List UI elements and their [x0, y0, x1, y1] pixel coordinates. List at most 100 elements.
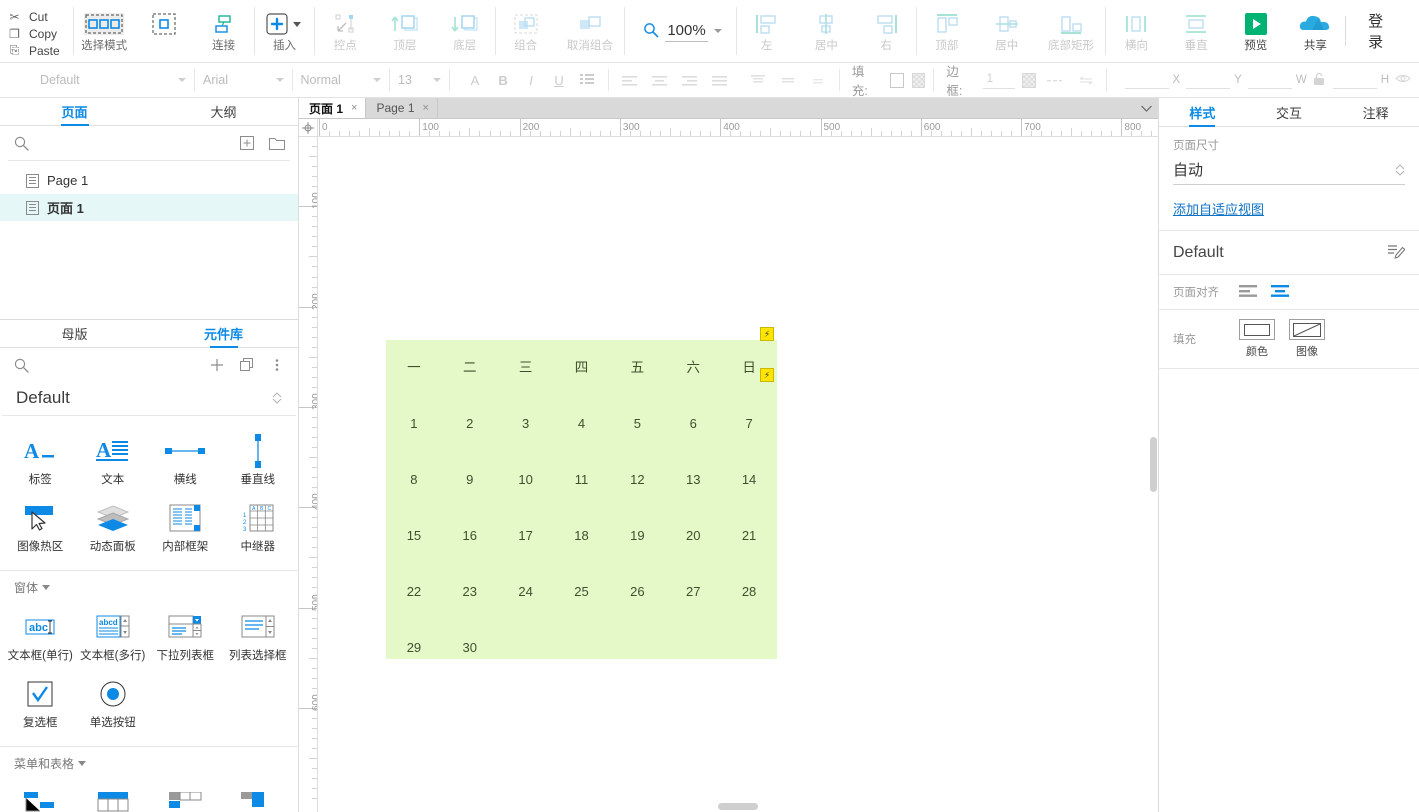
valign-middle-button[interactable] [775, 68, 801, 92]
calendar-widget-wrapper[interactable]: 一二三四五六日 1 2 3 4 5 6 7 8 9 10 11 12 13 14 15 16 17 18 19 20 21… [386, 327, 777, 659]
add-adaptive-view-link[interactable]: 添加自适应视图 [1173, 199, 1264, 218]
align-middle-v-button[interactable]: 居中 [977, 0, 1037, 62]
canvas-body[interactable]: 一二三四五六日 1 2 3 4 5 6 7 8 9 10 11 12 13 14 15 16 17 18 19 20 21… [318, 137, 1158, 812]
bold-button[interactable]: B [490, 68, 516, 92]
group-button[interactable]: 组合 [496, 0, 556, 62]
align-right-button[interactable]: 右 [856, 0, 916, 62]
calendar-weekday-header[interactable]: 一 [386, 360, 442, 376]
anchor-point-button[interactable]: 控点 [315, 0, 375, 62]
align-center-button[interactable] [647, 68, 673, 92]
calendar-day-cell[interactable]: 19 [609, 528, 665, 544]
y-input[interactable] [1186, 72, 1231, 89]
border-width-input[interactable]: 1 [983, 71, 1015, 89]
more-options-icon[interactable] [266, 354, 288, 376]
duplicate-icon[interactable] [236, 354, 258, 376]
canvas-vertical-scrollbar[interactable] [1150, 437, 1157, 492]
widget-listbox[interactable]: 列表选择框 [222, 602, 295, 669]
align-left-button[interactable] [1239, 284, 1257, 300]
distribute-h-button[interactable]: 横向 [1106, 0, 1166, 62]
style-select[interactable]: Default [40, 69, 187, 91]
calendar-day-cell[interactable]: 18 [554, 528, 610, 544]
h-input[interactable] [1332, 72, 1377, 89]
calendar-day-cell[interactable]: 16 [442, 528, 498, 544]
font-weight-select[interactable]: Normal [301, 69, 382, 91]
widget-text-area[interactable]: abcd 文本框(多行) [77, 602, 150, 669]
search-icon[interactable] [10, 354, 32, 376]
widget-tree[interactable] [4, 778, 77, 812]
calendar-day-cell[interactable]: 13 [665, 472, 721, 488]
close-icon[interactable]: × [423, 102, 429, 114]
send-to-back-button[interactable]: 底层 [435, 0, 495, 62]
widget-radio-button[interactable]: 单选按钮 [77, 669, 150, 736]
page-size-select[interactable]: 自动 [1173, 159, 1405, 185]
fill-color-swatch[interactable] [889, 72, 904, 88]
login-button[interactable]: 登录 [1346, 10, 1419, 52]
calendar-day-cell[interactable]: 12 [609, 472, 665, 488]
selection-box-button[interactable] [134, 0, 194, 62]
calendar-day-cell[interactable]: 28 [721, 584, 777, 600]
tab-outline[interactable]: 大纲 [149, 98, 298, 125]
widget-dynamic-panel[interactable]: 动态面板 [77, 493, 150, 560]
widget-paragraph[interactable]: A 文本 [77, 426, 150, 493]
italic-button[interactable]: I [518, 68, 544, 92]
share-button[interactable]: 共享 [1286, 0, 1346, 62]
fill-image-option[interactable]: 图像 [1289, 319, 1325, 359]
underline-button[interactable]: U [546, 68, 572, 92]
group-header-forms[interactable]: 窗体 [0, 570, 298, 598]
interaction-marker-icon[interactable]: ⚡ [760, 368, 774, 382]
calendar-day-cell[interactable]: 14 [721, 472, 777, 488]
align-center-h-button[interactable]: 居中 [796, 0, 856, 62]
widget-vline[interactable]: 垂直线 [222, 426, 295, 493]
calendar-day-cell[interactable]: 21 [721, 528, 777, 544]
calendar-day-cell[interactable]: 1 [386, 416, 442, 432]
widget-hline[interactable]: 横线 [149, 426, 222, 493]
calendar-weekday-header[interactable]: 三 [498, 360, 554, 376]
ungroup-button[interactable]: 取消组合 [555, 0, 624, 62]
arrow-style-button[interactable] [1074, 68, 1098, 92]
calendar-weekday-header[interactable]: 四 [554, 360, 610, 376]
widget-horizontal-menu[interactable] [149, 778, 222, 812]
calendar-day-cell[interactable]: 25 [554, 584, 610, 600]
canvas-tab-yemian1[interactable]: 页面 1 × [299, 98, 367, 118]
calendar-weekday-header[interactable]: 五 [609, 360, 665, 376]
add-folder-icon[interactable] [266, 132, 288, 154]
calendar-day-cell[interactable]: 6 [665, 416, 721, 432]
bring-to-front-button[interactable]: 顶层 [375, 0, 435, 62]
page-item-yemian1[interactable]: 页面 1 [0, 194, 298, 221]
add-page-icon[interactable] [236, 132, 258, 154]
calendar-day-cell[interactable]: 23 [442, 584, 498, 600]
canvas-tab-page1[interactable]: Page 1 × [366, 98, 438, 118]
library-scroll[interactable]: A 标签 A 文本 横线 垂直线 图像热区 动态面板 内部框架 A B C 1 … [0, 416, 298, 812]
x-input[interactable] [1124, 72, 1169, 89]
widget-table[interactable] [77, 778, 150, 812]
calendar-day-cell[interactable]: 22 [386, 584, 442, 600]
calendar-widget[interactable]: 一二三四五六日 1 2 3 4 5 6 7 8 9 10 11 12 13 14 15 16 17 18 19 20 21… [386, 340, 777, 659]
distribute-v-button[interactable]: 垂直 [1166, 0, 1226, 62]
calendar-day-cell[interactable]: 15 [386, 528, 442, 544]
visibility-eye-icon[interactable] [1395, 73, 1411, 87]
select-mode-button[interactable]: 选择模式 [74, 0, 134, 62]
align-center-button[interactable] [1271, 284, 1289, 300]
tab-widget-library[interactable]: 元件库 [149, 320, 298, 347]
calendar-day-cell[interactable]: 8 [386, 472, 442, 488]
zoom-control[interactable]: 100% [625, 21, 735, 42]
valign-top-button[interactable] [745, 68, 771, 92]
align-right-button[interactable] [677, 68, 703, 92]
paste-button[interactable]: ⎘ Paste [8, 42, 73, 59]
fill-gradient-swatch[interactable] [911, 72, 926, 88]
widget-repeater[interactable]: A B C 1 2 3 中继器 [222, 493, 295, 560]
calendar-day-cell[interactable]: 24 [498, 584, 554, 600]
lock-aspect-icon[interactable] [1313, 72, 1333, 89]
tab-style[interactable]: 样式 [1159, 98, 1246, 126]
font-family-select[interactable]: Arial [203, 69, 284, 91]
library-select[interactable]: Default [2, 382, 296, 416]
widget-inline-frame[interactable]: 内部框架 [149, 493, 222, 560]
widget-text-field[interactable]: abc 文本框(单行) [4, 602, 77, 669]
insert-button[interactable]: 插入 [255, 0, 315, 62]
widget-hotspot[interactable]: 图像热区 [4, 493, 77, 560]
calendar-day-cell[interactable]: 27 [665, 584, 721, 600]
calendar-day-cell[interactable]: 10 [498, 472, 554, 488]
style-paint-icon[interactable] [16, 63, 32, 98]
zoom-value[interactable]: 100% [665, 21, 708, 42]
calendar-day-cell[interactable]: 26 [609, 584, 665, 600]
